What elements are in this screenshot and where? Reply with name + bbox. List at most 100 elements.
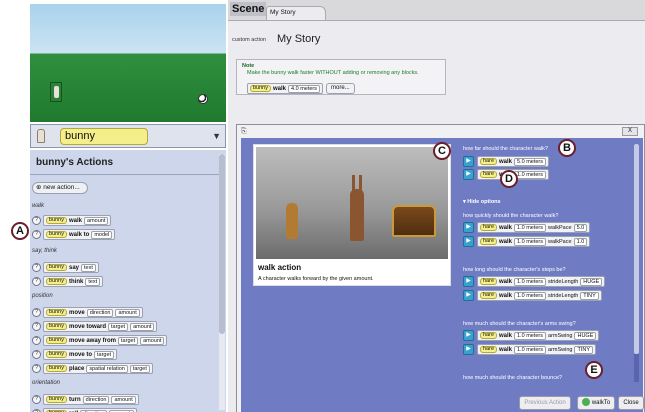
object-pill[interactable]: bunny [46,309,67,316]
help-icon[interactable]: ? [32,277,41,286]
option-tile[interactable]: hare walk 1.0 meters strideLength TINY [477,290,602,301]
help-icon[interactable]: ? [32,395,41,404]
play-icon[interactable]: ▶ [463,222,474,233]
argument-slot[interactable]: amount [130,322,155,331]
ball-model[interactable] [198,94,208,104]
close-icon[interactable]: X [622,127,638,136]
argument-slot[interactable]: text [81,263,96,272]
play-icon[interactable]: ▶ [463,276,474,287]
object-pill[interactable]: hare [480,171,498,178]
argument-slot[interactable]: target [118,336,139,345]
object-pill[interactable]: hare [480,158,498,165]
argument-slot[interactable]: amount [140,336,165,345]
amount-arg[interactable]: 1.0 meters [514,237,547,246]
param-value[interactable]: HUGE [574,331,597,340]
help-icon[interactable]: ? [32,308,41,317]
option-tile[interactable]: hare walk 1.0 meters armSwing TINY [477,344,596,355]
play-icon[interactable]: ▶ [463,330,474,341]
argument-slot[interactable]: direction [82,395,110,404]
action-tile[interactable]: bunny move to target [43,349,118,360]
action-tile[interactable]: bunny walk to model [43,229,116,240]
action-tile[interactable]: bunny walk amount [43,215,112,226]
object-pill[interactable]: bunny [250,85,271,92]
dialog-scrollbar[interactable] [634,144,639,382]
object-pill[interactable]: bunny [46,337,67,344]
object-selector[interactable]: bunny ▼ [30,124,226,148]
object-pill[interactable]: hare [480,278,498,285]
object-pill[interactable]: bunny [46,365,67,372]
object-pill[interactable]: bunny [46,217,67,224]
hide-options-toggle[interactable]: ▾ Hide options [463,199,501,205]
object-pill[interactable]: bunny [46,323,67,330]
argument-slot[interactable]: target [108,322,129,331]
tab-scene[interactable]: Scene [230,2,267,16]
object-pill[interactable]: bunny [46,231,67,238]
object-pill[interactable]: hare [480,332,498,339]
object-pill[interactable]: hare [480,238,498,245]
action-tile[interactable]: bunny turn direction amount [43,394,139,405]
scene-viewport[interactable] [30,4,226,122]
help-icon[interactable]: ? [32,216,41,225]
argument-slot[interactable]: direction [86,308,114,317]
new-action-button[interactable]: ⊕ new action... [32,182,88,194]
help-icon[interactable]: ? [32,336,41,345]
object-pill[interactable]: hare [480,292,498,299]
amount-arg[interactable]: 1.0 meters [514,170,547,179]
amount-arg[interactable]: 1.0 meters [514,345,547,354]
help-icon[interactable]: ? [32,230,41,239]
tab-my-story[interactable]: My Story [266,6,326,20]
play-icon[interactable]: ▶ [463,290,474,301]
previous-action-button[interactable]: Previous Action [519,396,571,410]
option-tile[interactable]: hare walk 1.0 meters armSwing HUGE [477,330,600,341]
action-tile[interactable]: bunny move direction amount [43,307,143,318]
option-tile[interactable]: hare walk 1.0 meters strideLength HUGE [477,276,606,287]
amount-arg[interactable]: 4.0 meters [288,84,320,93]
amount-arg[interactable]: 1.0 meters [514,223,547,232]
scroll-thumb[interactable] [219,154,225,334]
play-icon[interactable]: ▶ [463,236,474,247]
argument-slot[interactable]: target [129,364,150,373]
help-icon[interactable]: ? [32,263,41,272]
amount-arg[interactable]: 1.0 meters [514,291,547,300]
help-icon[interactable]: ? [32,364,41,373]
action-tile[interactable]: bunnyrolldirectionamount [43,408,137,412]
play-icon[interactable]: ▶ [463,156,474,167]
argument-slot[interactable]: amount [84,216,109,225]
object-pill[interactable]: bunny [46,278,67,285]
code-block[interactable]: bunny walk 4.0 meters [247,83,323,94]
amount-arg[interactable]: 1.0 meters [514,277,547,286]
actions-scrollbar[interactable] [219,154,225,410]
amount-arg[interactable]: 1.0 meters [514,331,547,340]
amount-arg[interactable]: 5.0 meters [514,157,547,166]
argument-slot[interactable]: target [94,350,115,359]
action-tile[interactable]: bunny think text [43,276,104,287]
argument-slot[interactable]: text [85,277,101,286]
param-value[interactable]: 5.0 [573,223,588,232]
argument-slot[interactable]: amount [115,308,140,317]
argument-slot[interactable]: spatial relation [86,364,128,373]
object-pill[interactable]: bunny [46,396,67,403]
play-icon[interactable]: ▶ [463,169,474,180]
param-value[interactable]: TINY [580,291,599,300]
more-button[interactable]: more... [326,83,355,94]
param-value[interactable]: TINY [574,345,593,354]
object-pill[interactable]: bunny [46,351,67,358]
option-tile[interactable]: hare walk 1.0 meters walkPace 5.0 [477,222,591,233]
object-pill[interactable]: hare [480,224,498,231]
action-tile[interactable]: bunny place spatial relation target [43,363,153,374]
action-tile[interactable]: bunny move toward target amount [43,321,158,332]
action-tile[interactable]: bunny move away from target amount [43,335,168,346]
option-tile[interactable]: hare walk 5.0 meters [477,156,550,167]
action-tile[interactable]: bunny say text [43,262,99,273]
param-value[interactable]: HUGE [580,277,603,286]
option-tile[interactable]: hare walk 1.0 meters walkPace 1.0 [477,236,591,247]
walkto-button[interactable]: walkTo [577,396,615,410]
close-button[interactable]: Close [618,396,644,410]
argument-slot[interactable]: amount [111,395,136,404]
param-value[interactable]: 1.0 [573,237,588,246]
object-pill[interactable]: bunny [46,264,67,271]
bunny-model[interactable] [50,82,62,102]
object-pill[interactable]: hare [480,346,498,353]
dialog-scroll-thumb[interactable] [634,144,639,354]
play-icon[interactable]: ▶ [463,344,474,355]
